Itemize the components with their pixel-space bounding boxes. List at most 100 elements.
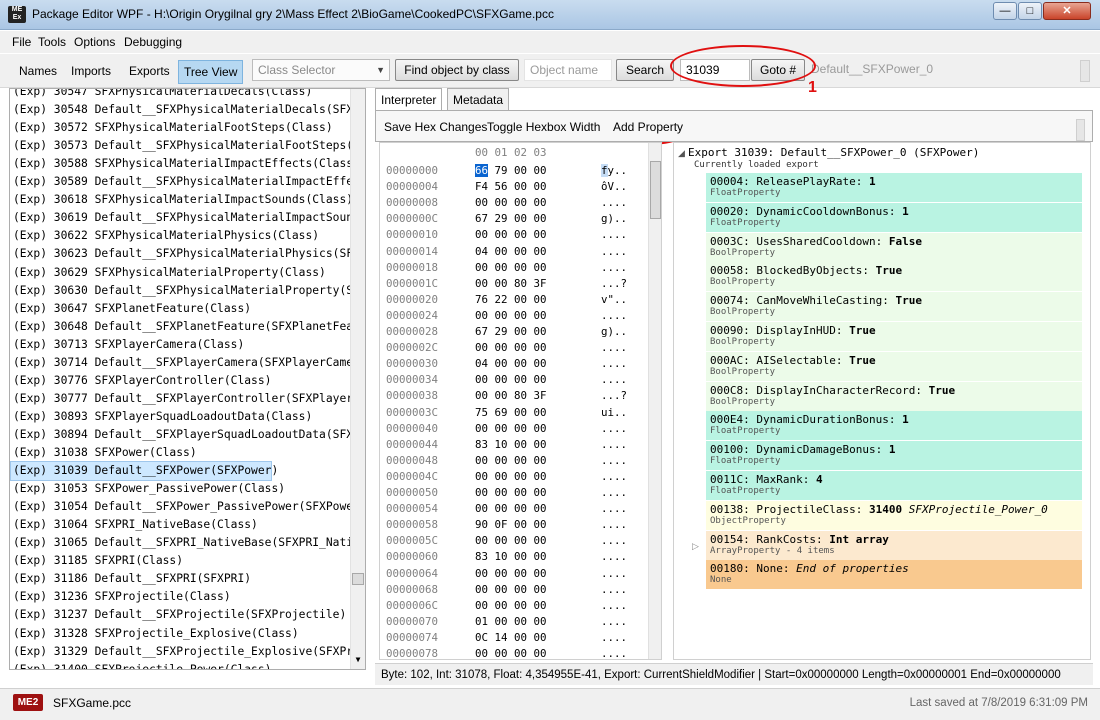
export-list-item[interactable]: (Exp) 30573 Default__SFXPhysicalMaterial… (13, 137, 360, 155)
collapse-arrow-icon[interactable]: ▷ (692, 541, 699, 552)
object-name-input[interactable]: Object name (524, 59, 612, 81)
add-property-button[interactable]: Add Property (613, 120, 683, 134)
export-list-item[interactable]: (Exp) 30589 Default__SFXPhysicalMaterial… (13, 173, 360, 191)
property-node[interactable]: 000AC: AISelectable: True BoolProperty (706, 351, 1082, 381)
class-selector-dropdown[interactable]: Class Selector ▼ (252, 59, 390, 81)
export-list-item[interactable]: (Exp) 30619 Default__SFXPhysicalMaterial… (13, 209, 360, 227)
interpreter-toolbar-overflow[interactable] (1076, 119, 1085, 141)
property-node[interactable]: 00138: ProjectileClass: 31400 SFXProject… (706, 500, 1082, 530)
export-list-item[interactable]: (Exp) 30548 Default__SFXPhysicalMaterial… (13, 101, 360, 119)
hex-bytes[interactable]: 00 00 00 00 (475, 228, 547, 241)
property-node[interactable]: 0011C: MaxRank: 4 FloatProperty (706, 471, 1082, 500)
export-list-item[interactable]: (Exp) 30776 SFXPlayerController(Class) (13, 372, 271, 390)
hex-bytes[interactable]: 00 00 00 00 (475, 470, 547, 483)
names-view-button[interactable]: Names (17, 60, 59, 82)
hex-bytes[interactable]: 00 00 80 3F (475, 389, 547, 402)
export-list-item[interactable]: (Exp) 30630 Default__SFXPhysicalMaterial… (13, 282, 360, 300)
hex-bytes[interactable]: 66 79 00 00 (475, 164, 547, 177)
export-list-item[interactable]: (Exp) 31053 SFXPower_PassivePower(Class) (13, 480, 285, 498)
toggle-hexbox-width-button[interactable]: Toggle Hexbox Width (487, 120, 600, 134)
export-list-item[interactable]: (Exp) 30894 Default__SFXPlayerSquadLoado… (13, 426, 360, 444)
export-list-item[interactable]: (Exp) 31064 SFXPRI_NativeBase(Class) (13, 516, 258, 534)
export-list-item[interactable]: (Exp) 31328 SFXProjectile_Explosive(Clas… (13, 625, 299, 643)
hex-bytes[interactable]: 00 00 00 00 (475, 647, 547, 659)
hex-bytes[interactable]: 67 29 00 00 (475, 212, 547, 225)
hex-selected-byte[interactable]: 66 (475, 164, 489, 177)
export-list-item[interactable]: (Exp) 30714 Default__SFXPlayerCamera(SFX… (13, 354, 360, 372)
scroll-down-icon[interactable]: ▼ (352, 655, 364, 667)
property-node[interactable]: 0003C: UsesSharedCooldown: False BoolPro… (706, 232, 1082, 262)
property-node[interactable]: 00020: DynamicCooldownBonus: 1 FloatProp… (706, 202, 1082, 232)
export-list-item[interactable]: (Exp) 31236 SFXProjectile(Class) (13, 588, 231, 606)
property-tree[interactable]: ◢ Export 31039: Default__SFXPower_0 (SFX… (673, 142, 1091, 660)
hex-bytes[interactable]: 76 22 00 00 (475, 293, 547, 306)
search-button[interactable]: Search (616, 59, 674, 81)
toolbar-overflow[interactable] (1080, 60, 1090, 82)
hex-box[interactable]: 00 01 02 03 00000000 66 79 00 00 fy.. 00000… (379, 142, 662, 660)
hex-bytes[interactable]: 00 00 00 00 (475, 486, 547, 499)
hex-bytes[interactable]: 00 00 00 00 (475, 373, 547, 386)
export-list-item[interactable]: (Exp) 30618 SFXPhysicalMaterialImpactSou… (13, 191, 353, 209)
export-list-item[interactable]: (Exp) 30547 SFXPhysicalMaterialDecals(Cl… (13, 89, 312, 101)
export-list-item[interactable]: (Exp) 31237 Default__SFXProjectile(SFXPr… (13, 606, 346, 624)
hex-bytes[interactable]: 83 10 00 00 (475, 438, 547, 451)
hex-bytes[interactable]: 0C 14 00 00 (475, 631, 547, 644)
export-list-item[interactable]: (Exp) 30893 SFXPlayerSquadLoadoutData(Cl… (13, 408, 312, 426)
hex-bytes[interactable]: 00 00 00 00 (475, 599, 547, 612)
hex-bytes[interactable]: 00 00 00 00 (475, 196, 547, 209)
property-node[interactable]: 000C8: DisplayInCharacterRecord: True Bo… (706, 381, 1082, 411)
export-list-item[interactable]: (Exp) 30629 SFXPhysicalMaterialProperty(… (13, 264, 326, 282)
export-list-scrollbar[interactable]: ▼ (350, 89, 365, 669)
menu-file[interactable]: File (12, 35, 31, 49)
close-button[interactable]: ✕ (1043, 2, 1091, 20)
property-node[interactable]: 00058: BlockedByObjects: True BoolProper… (706, 262, 1082, 292)
export-list-item[interactable]: (Exp) 30648 Default__SFXPlanetFeature(SF… (13, 318, 360, 336)
exports-view-button[interactable]: Exports (127, 60, 172, 82)
export-list-item[interactable]: (Exp) 31186 Default__SFXPRI(SFXPRI) (13, 570, 251, 588)
export-list-item[interactable]: (Exp) 31400 SFXProjectile_Power(Class) (13, 661, 271, 669)
hex-bytes[interactable]: 00 00 00 00 (475, 422, 547, 435)
export-list-item[interactable]: (Exp) 31038 SFXPower(Class) (13, 444, 197, 462)
hex-bytes[interactable]: 90 0F 00 00 (475, 518, 547, 531)
hex-scroll-thumb[interactable] (650, 161, 661, 219)
save-hex-changes-button[interactable]: Save Hex Changes (384, 120, 487, 134)
hex-bytes[interactable]: 00 00 00 00 (475, 309, 547, 322)
export-list-item[interactable]: (Exp) 30623 Default__SFXPhysicalMaterial… (13, 245, 360, 263)
hex-bytes[interactable]: 00 00 00 00 (475, 534, 547, 547)
property-node[interactable]: 00180: None: End of properties None (706, 560, 1082, 590)
export-list-item[interactable]: (Exp) 31054 Default__SFXPower_PassivePow… (13, 498, 360, 516)
property-node[interactable]: 00154: RankCosts: Int array ArrayPropert… (706, 530, 1082, 560)
export-list-item[interactable]: (Exp) 30588 SFXPhysicalMaterialImpactEff… (13, 155, 360, 173)
hex-bytes[interactable]: 00 00 00 00 (475, 583, 547, 596)
expand-arrow-icon[interactable]: ◢ (678, 148, 685, 159)
hex-bytes[interactable]: 04 00 00 00 (475, 357, 547, 370)
hex-bytes[interactable]: 67 29 00 00 (475, 325, 547, 338)
export-list[interactable]: (Exp) 30547 SFXPhysicalMaterialDecals(Cl… (9, 88, 366, 670)
export-list-item[interactable]: (Exp) 30647 SFXPlanetFeature(Class) (13, 300, 251, 318)
hex-bytes[interactable]: 00 00 00 00 (475, 502, 547, 515)
imports-view-button[interactable]: Imports (69, 60, 113, 82)
menu-tools[interactable]: Tools (38, 35, 66, 49)
menu-options[interactable]: Options (74, 35, 115, 49)
hex-bytes[interactable]: 00 00 00 00 (475, 341, 547, 354)
export-list-item[interactable]: (Exp) 31185 SFXPRI(Class) (13, 552, 183, 570)
hex-bytes[interactable]: 83 10 00 00 (475, 550, 547, 563)
tab-interpreter[interactable]: Interpreter (375, 88, 443, 112)
tab-metadata[interactable]: Metadata (447, 88, 510, 110)
hex-bytes[interactable]: 00 00 80 3F (475, 277, 547, 290)
export-list-item[interactable]: (Exp) 30713 SFXPlayerCamera(Class) (13, 336, 244, 354)
property-node[interactable]: 00100: DynamicDamageBonus: 1 FloatProper… (706, 441, 1082, 471)
export-list-item[interactable]: (Exp) 31039 Default__SFXPower(SFXPower) (10, 461, 278, 482)
hex-bytes[interactable]: 75 69 00 00 (475, 406, 547, 419)
scroll-thumb[interactable] (352, 573, 364, 585)
hex-bytes[interactable]: 00 00 00 00 (475, 454, 547, 467)
property-node[interactable]: 00004: ReleasePlayRate: 1 FloatProperty (706, 173, 1082, 202)
hex-bytes[interactable]: 00 00 00 00 (475, 261, 547, 274)
property-node[interactable]: 00090: DisplayInHUD: True BoolProperty (706, 322, 1082, 351)
minimize-button[interactable]: — (993, 2, 1017, 20)
hex-bytes[interactable]: 04 00 00 00 (475, 245, 547, 258)
hex-bytes[interactable]: F4 56 00 00 (475, 180, 547, 193)
maximize-button[interactable]: □ (1018, 2, 1042, 20)
tree-view-button[interactable]: Tree View (178, 60, 244, 84)
hex-bytes[interactable]: 00 00 00 00 (475, 567, 547, 580)
